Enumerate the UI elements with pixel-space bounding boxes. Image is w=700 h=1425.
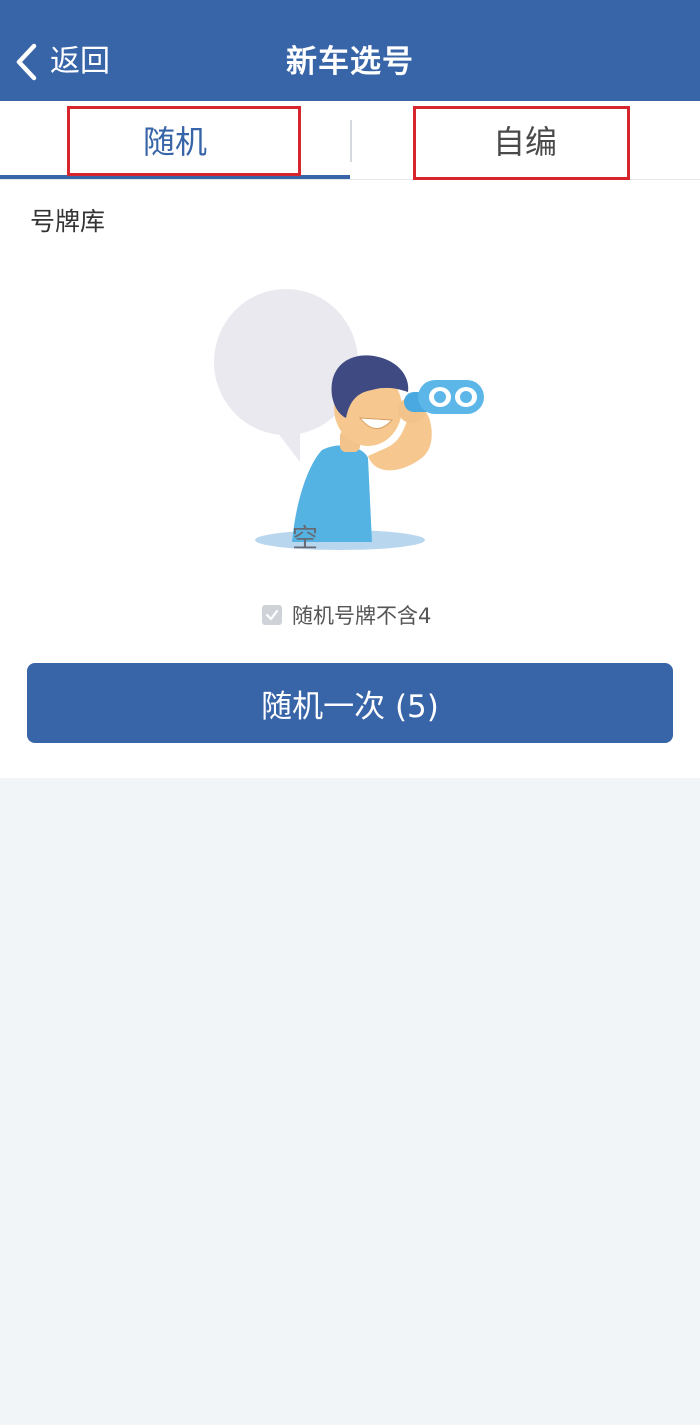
plate-library-panel: 号牌库 空 随机号牌不含4 随机一次 (5) — [0, 180, 700, 778]
section-title: 号牌库 — [30, 207, 106, 236]
checkbox-checked-icon[interactable] — [262, 605, 282, 625]
empty-state-illustration — [200, 280, 500, 560]
annotation-box-random-tab — [67, 106, 301, 176]
random-once-button[interactable]: 随机一次 (5) — [27, 663, 673, 743]
exclude-four-option[interactable]: 随机号牌不含4 — [262, 601, 431, 629]
annotation-box-custom-tab — [413, 106, 630, 180]
page-title: 新车选号 — [286, 44, 414, 80]
new-car-plate-selection-page: 返回 新车选号 随机 自编 号牌库 空 随机号牌不含4 随机一次 (5) — [0, 0, 700, 1425]
empty-state-text: 空 — [291, 524, 318, 554]
tab-divider — [350, 120, 352, 162]
exclude-four-label: 随机号牌不含4 — [292, 604, 432, 628]
top-nav-bar: 返回 新车选号 — [0, 0, 700, 101]
